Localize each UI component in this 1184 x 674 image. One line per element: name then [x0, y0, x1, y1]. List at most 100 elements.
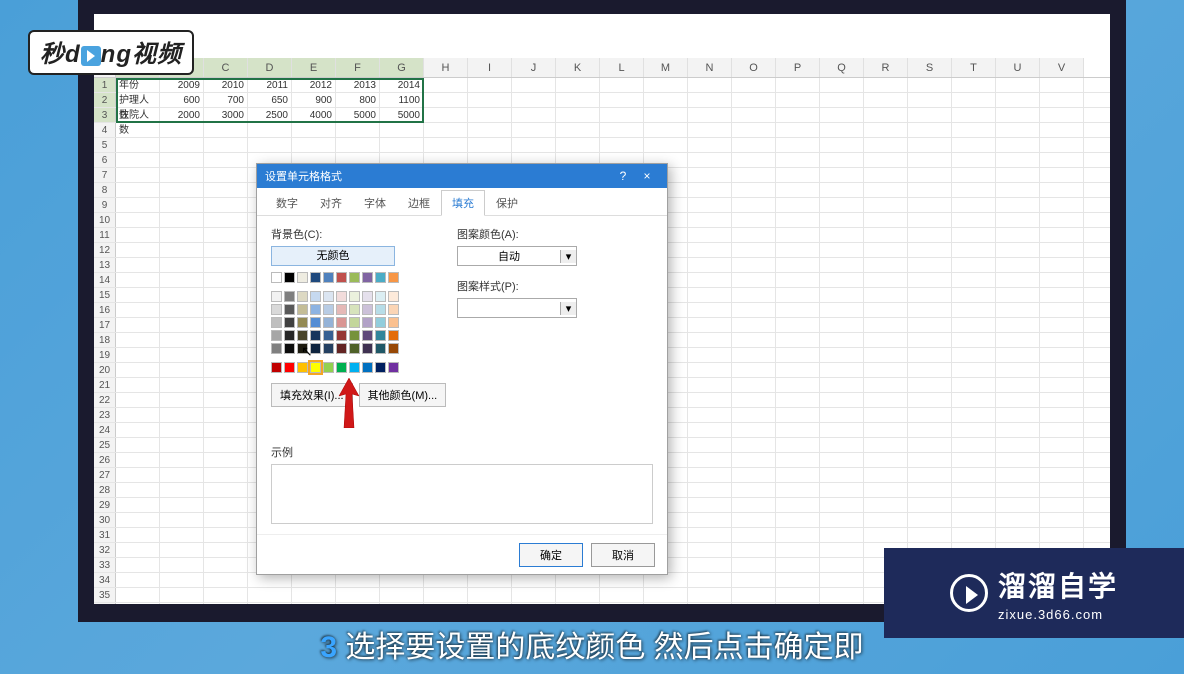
cell[interactable] — [1040, 423, 1084, 437]
cell[interactable]: 年份 — [116, 78, 160, 92]
cell[interactable] — [996, 168, 1040, 182]
cell[interactable] — [996, 408, 1040, 422]
cell[interactable]: 600 — [160, 93, 204, 107]
cell[interactable] — [116, 123, 160, 137]
color-swatch[interactable] — [284, 272, 295, 283]
color-swatch[interactable] — [388, 291, 399, 302]
cell[interactable] — [732, 108, 776, 122]
cell[interactable] — [644, 603, 688, 617]
cell[interactable]: 2013 — [336, 78, 380, 92]
cell[interactable] — [688, 543, 732, 557]
cell[interactable] — [336, 588, 380, 602]
cell[interactable] — [204, 363, 248, 377]
cell[interactable] — [820, 543, 864, 557]
cell[interactable] — [116, 318, 160, 332]
cell[interactable] — [688, 348, 732, 362]
cell[interactable] — [116, 378, 160, 392]
cell[interactable] — [204, 258, 248, 272]
color-swatch[interactable] — [310, 362, 321, 373]
color-swatch[interactable] — [297, 330, 308, 341]
color-swatch[interactable] — [336, 317, 347, 328]
cell[interactable] — [908, 528, 952, 542]
cell[interactable] — [996, 453, 1040, 467]
color-swatch[interactable] — [336, 291, 347, 302]
cell[interactable] — [1040, 483, 1084, 497]
cell[interactable] — [688, 363, 732, 377]
cell[interactable] — [732, 453, 776, 467]
cell[interactable] — [688, 513, 732, 527]
cell[interactable] — [116, 573, 160, 587]
cell[interactable] — [512, 123, 556, 137]
cell[interactable] — [116, 258, 160, 272]
color-swatch[interactable] — [297, 317, 308, 328]
cell[interactable] — [996, 528, 1040, 542]
cell[interactable] — [1040, 138, 1084, 152]
color-swatch[interactable] — [284, 330, 295, 341]
row-header[interactable]: 14 — [94, 273, 116, 287]
cell[interactable] — [820, 78, 864, 92]
cell[interactable] — [864, 138, 908, 152]
cell[interactable] — [160, 408, 204, 422]
cell[interactable] — [688, 408, 732, 422]
cell[interactable] — [996, 123, 1040, 137]
cell[interactable] — [864, 453, 908, 467]
color-swatch[interactable] — [349, 343, 360, 354]
cell[interactable] — [908, 483, 952, 497]
help-button[interactable]: ? — [611, 169, 635, 183]
color-swatch[interactable] — [271, 343, 282, 354]
cell[interactable] — [776, 333, 820, 347]
color-swatch[interactable] — [375, 343, 386, 354]
cell[interactable] — [732, 258, 776, 272]
cell[interactable] — [1040, 318, 1084, 332]
chevron-down-icon[interactable]: ▾ — [560, 250, 576, 263]
cell[interactable] — [600, 123, 644, 137]
cell[interactable] — [864, 108, 908, 122]
color-swatch[interactable] — [375, 317, 386, 328]
cell[interactable] — [996, 198, 1040, 212]
cell[interactable] — [952, 498, 996, 512]
cell[interactable] — [1040, 348, 1084, 362]
cell[interactable] — [952, 453, 996, 467]
cell[interactable] — [952, 483, 996, 497]
color-swatch[interactable] — [310, 330, 321, 341]
cell[interactable] — [776, 438, 820, 452]
color-swatch[interactable] — [310, 317, 321, 328]
cell[interactable] — [468, 123, 512, 137]
cell[interactable] — [864, 303, 908, 317]
cell[interactable] — [116, 363, 160, 377]
cell[interactable] — [160, 333, 204, 347]
cell[interactable] — [820, 603, 864, 617]
cell[interactable] — [688, 228, 732, 242]
cell[interactable] — [116, 288, 160, 302]
cell[interactable] — [732, 543, 776, 557]
cell[interactable] — [468, 603, 512, 617]
cell[interactable] — [204, 303, 248, 317]
cell[interactable] — [116, 543, 160, 557]
cell[interactable] — [820, 93, 864, 107]
column-header[interactable]: N — [688, 58, 732, 77]
cell[interactable] — [160, 528, 204, 542]
cell[interactable] — [864, 513, 908, 527]
cell[interactable] — [820, 273, 864, 287]
row-header[interactable]: 2 — [94, 93, 116, 107]
cell[interactable] — [908, 513, 952, 527]
cell[interactable] — [820, 558, 864, 572]
cell[interactable] — [424, 138, 468, 152]
color-swatch[interactable] — [388, 317, 399, 328]
cell[interactable] — [1040, 378, 1084, 392]
color-swatch[interactable] — [349, 272, 360, 283]
cell[interactable] — [160, 273, 204, 287]
color-swatch[interactable] — [375, 272, 386, 283]
cell[interactable] — [732, 513, 776, 527]
cell[interactable] — [996, 213, 1040, 227]
cell[interactable] — [556, 93, 600, 107]
cell[interactable] — [776, 453, 820, 467]
cell[interactable] — [908, 348, 952, 362]
cell[interactable] — [908, 393, 952, 407]
cell[interactable] — [864, 498, 908, 512]
cell[interactable] — [204, 408, 248, 422]
tab-3[interactable]: 边框 — [397, 190, 441, 215]
cell[interactable] — [160, 183, 204, 197]
cell[interactable] — [732, 303, 776, 317]
cell[interactable] — [644, 573, 688, 587]
